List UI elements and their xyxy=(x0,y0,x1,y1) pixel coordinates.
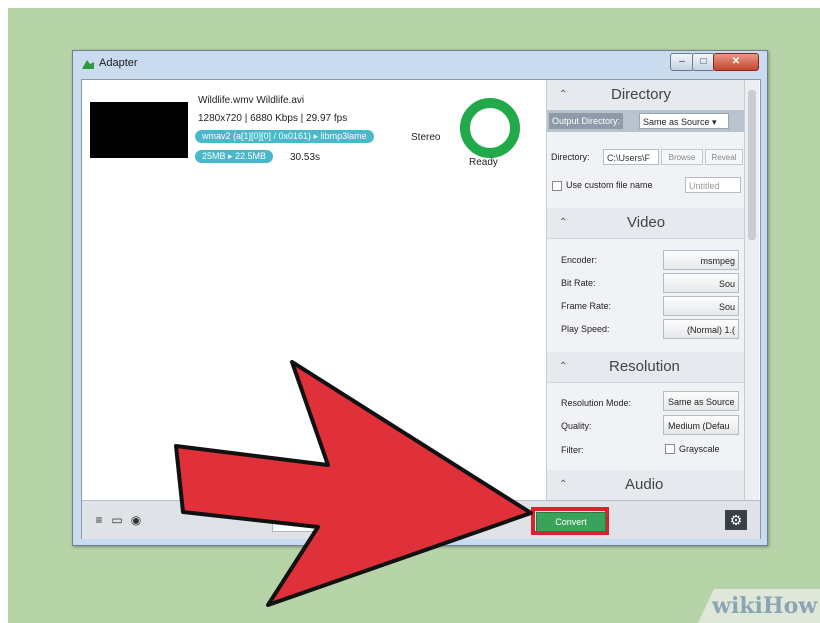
red-arrow-annotation xyxy=(174,360,533,607)
wikihow-watermark: wikiHow xyxy=(698,589,820,623)
wikihow-logo-text: wikiHow xyxy=(712,593,818,619)
